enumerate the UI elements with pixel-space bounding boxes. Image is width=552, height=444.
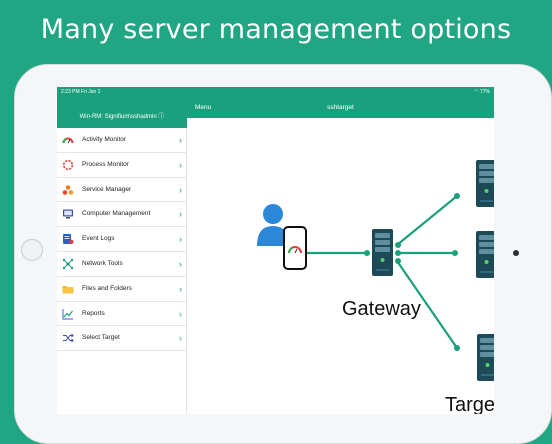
sidebar-item-label: Reports [82,309,105,317]
detail-pane: sshtarget Menu Gateway Targe [187,98,494,414]
wifi-icon: ◠ [474,89,479,95]
sidebar-item-label: Network Tools [82,259,123,267]
home-button[interactable] [21,239,43,261]
sidebar-item-reports[interactable]: Reports › [57,302,187,327]
sidebar-item-event-logs[interactable]: Event Logs › [57,227,187,252]
network-diagram: Gateway Targets [257,160,494,414]
sidebar-item-label: Files and Folders [82,284,132,292]
chevron-right-icon: › [179,333,182,344]
sidebar-item-activity-monitor[interactable]: Activity Monitor › [57,128,187,153]
computer-icon [63,209,73,219]
status-bar: 2:23 PM Fri Jan 1 ◠ 77% [57,87,494,98]
status-battery: 77% [479,89,490,95]
targets-label: Targets [445,394,494,414]
nav-title: sshtarget [327,104,354,111]
sidebar-item-process-monitor[interactable]: Process Monitor › [57,153,187,178]
chevron-right-icon: › [179,184,182,195]
network-icon [62,258,74,270]
chevron-right-icon: › [179,234,182,245]
info-icon[interactable]: ⓘ [158,114,164,120]
nav-bar: sshtarget Menu [187,98,494,118]
shuffle-icon [63,334,74,343]
gateway-server-icon [372,229,393,276]
chevron-right-icon: › [179,135,182,145]
target-server-1-icon [476,160,494,207]
menu-list: Activity Monitor › Process Monitor › Ser… [57,128,187,352]
sidebar-item-select-target[interactable]: Select Target › [57,326,187,352]
sidebar-item-label: Process Monitor [82,160,129,168]
sidebar-item-files-and-folders[interactable]: Files and Folders › [57,277,187,302]
event-logs-icon [63,234,74,245]
sidebar-item-label: Select Target [82,334,120,342]
chevron-right-icon: › [179,258,182,269]
connection-label: Win-RM: Signifium\sshadmin [79,114,157,120]
service-dots-icon [62,184,74,195]
chevron-right-icon: › [179,159,182,170]
target-server-2-icon [476,231,494,278]
gateway-label: Gateway [342,298,421,320]
chevron-right-icon: › [179,308,182,319]
activity-gauge-icon [62,137,74,144]
status-time: 2:23 PM [61,89,80,95]
sidebar: Win-RM: Signifium\sshadmin ⓘ Activity Mo… [57,98,187,414]
sidebar-header: Win-RM: Signifium\sshadmin ⓘ [57,98,187,128]
page-headline: Many server management options [40,14,512,45]
camera-dot [513,250,519,256]
chevron-right-icon: › [179,209,182,220]
sidebar-item-label: Activity Monitor [82,136,127,143]
sidebar-item-label: Computer Management [82,210,151,218]
reports-chart-icon [62,308,73,320]
sidebar-item-label: Service Manager [82,185,132,193]
sidebar-item-computer-management[interactable]: Computer Management › [57,202,187,228]
folder-icon [62,285,74,294]
menu-button[interactable]: Menu [195,98,211,118]
status-date: Fri Jan 1 [81,89,101,95]
phone-gauge-icon [283,226,307,270]
process-ring-icon [62,159,74,170]
tablet-screen: 2:23 PM Fri Jan 1 ◠ 77% Win-RM: Signifiu… [57,87,494,414]
gateway-to-target-1-line [396,195,458,246]
chevron-right-icon: › [179,283,182,294]
sidebar-item-network-tools[interactable]: Network Tools › [57,252,187,277]
sidebar-item-service-manager[interactable]: Service Manager › [57,178,187,203]
sidebar-item-label: Event Logs [82,235,115,243]
target-server-3-icon [477,334,494,381]
